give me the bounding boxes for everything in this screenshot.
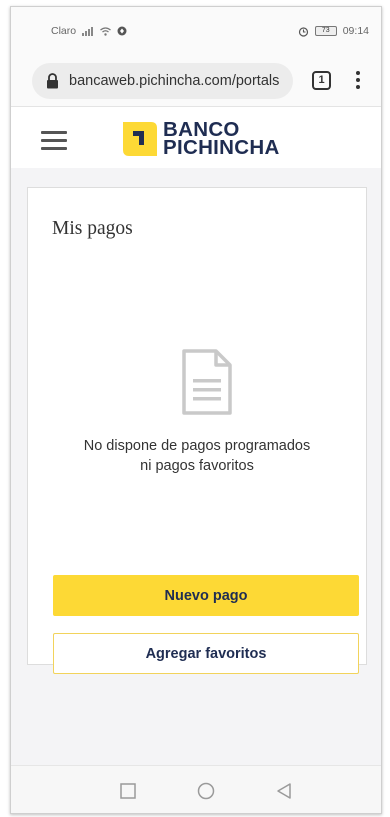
content-area: Mis pagos No dispone de pagos programado… [11,168,381,765]
more-vert-icon[interactable] [348,67,368,93]
status-time: 09:14 [342,25,369,37]
status-right: 73 09:14 [298,25,369,37]
address-bar[interactable]: bancaweb.pichincha.com/portals [32,63,293,99]
payments-card: Mis pagos No dispone de pagos programado… [27,187,367,674]
empty-state-line-1: No dispone de pagos programados [83,438,311,454]
signal-icon [82,26,94,36]
url-text[interactable]: bancaweb.pichincha.com/portals [69,73,279,89]
logo-text: BANCO PICHINCHA [163,119,280,159]
back-triangle-icon[interactable] [272,779,296,803]
recents-square-icon[interactable] [116,779,140,803]
app-header: BANCO PICHINCHA [11,108,381,168]
hamburger-menu-icon[interactable] [41,131,67,150]
add-favorites-button[interactable]: Agregar favoritos [53,633,359,674]
battery-indicator: 73 [314,26,337,36]
tab-switcher-button[interactable]: 1 [312,71,331,90]
wifi-icon [100,26,111,36]
logo-mark-icon [123,122,157,156]
logo-line-2: PICHINCHA [163,136,280,159]
status-left: Claro [51,25,127,37]
empty-state-line-2: ni pagos favoritos [140,458,254,474]
page-title: Mis pagos [52,218,133,239]
document-icon [182,349,232,415]
home-circle-icon[interactable] [194,779,218,803]
bank-logo[interactable]: BANCO PICHINCHA [121,119,280,159]
empty-state-message: No dispone de pagos programados ni pagos… [28,436,366,476]
system-nav-bar [11,765,381,813]
lock-icon [47,73,58,89]
carrier-label: Claro [51,25,77,37]
browser-toolbar: bancaweb.pichincha.com/portals 1 [11,53,381,107]
status-bar: Claro 73 09:14 [11,7,381,53]
new-payment-button[interactable]: Nuevo pago [53,575,359,616]
phone-screen: Claro 73 09:14 bancaweb.pichincha.com/po… [10,6,382,814]
data-saver-icon [117,26,127,36]
alarm-icon [298,26,308,37]
